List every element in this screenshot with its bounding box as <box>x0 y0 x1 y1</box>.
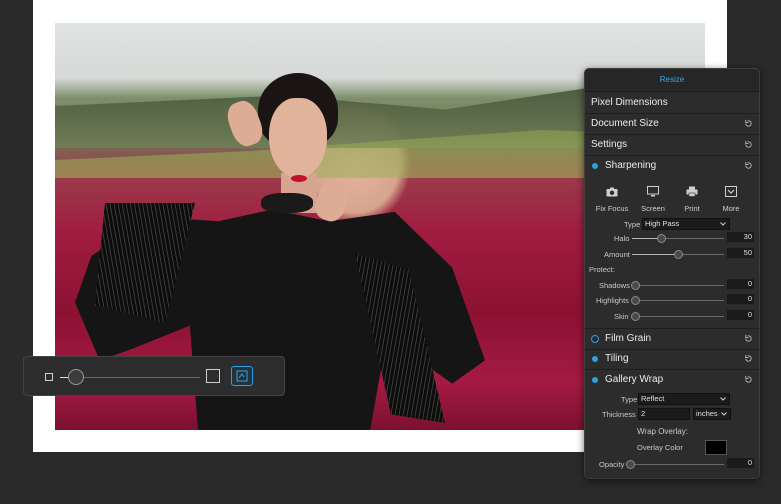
select-value: Reflect <box>641 394 665 403</box>
reset-icon[interactable] <box>744 375 753 384</box>
overlay-color-label: Overlay Color <box>637 443 683 452</box>
more-icon <box>725 186 737 197</box>
preset-more-button[interactable]: More <box>711 184 751 213</box>
preset-print-button[interactable]: Print <box>672 184 712 213</box>
preset-label: Fix Focus <box>595 204 629 213</box>
section-settings[interactable]: Settings <box>585 135 759 156</box>
panel-title: Resize <box>585 69 759 92</box>
overlay-color-swatch[interactable] <box>705 440 727 455</box>
preset-fix-focus-button[interactable]: Fix Focus <box>592 184 632 213</box>
halo-value[interactable]: 30 <box>727 232 754 242</box>
zoom-slider-knob[interactable] <box>68 369 84 385</box>
select-value: High Pass <box>645 219 680 228</box>
opacity-slider[interactable] <box>629 464 724 465</box>
chevron-down-icon <box>721 412 727 416</box>
wrap-type-label: Type <box>621 395 638 404</box>
preset-screen-button[interactable]: Screen <box>633 184 673 213</box>
shadows-value[interactable]: 0 <box>727 279 754 289</box>
section-label: Settings <box>591 139 628 150</box>
chevron-down-icon <box>720 222 726 226</box>
skin-label: Skin <box>614 312 629 321</box>
halo-slider-knob[interactable] <box>657 234 666 243</box>
printer-icon <box>686 186 698 197</box>
section-label: Sharpening <box>605 160 657 171</box>
amount-label: Amount <box>604 250 630 259</box>
section-tiling[interactable]: Tiling <box>585 349 759 370</box>
section-label: Document Size <box>591 118 659 129</box>
fit-to-screen-button[interactable] <box>231 366 253 386</box>
section-sharpening[interactable]: Sharpening <box>585 156 759 176</box>
preset-label: Print <box>684 204 700 213</box>
shadows-slider[interactable] <box>632 285 724 286</box>
shadows-slider-knob[interactable] <box>631 281 640 290</box>
section-gallery-wrap[interactable]: Gallery Wrap <box>585 370 759 390</box>
photo-subject-choker <box>261 193 313 213</box>
select-value: inches <box>696 409 718 418</box>
reset-icon[interactable] <box>744 161 753 170</box>
reset-icon[interactable] <box>744 334 753 343</box>
wrap-type-select[interactable]: Reflect <box>638 393 730 405</box>
thickness-label: Thickness <box>602 410 636 419</box>
zoom-in-icon[interactable] <box>206 369 220 383</box>
thickness-unit-select[interactable]: inches <box>693 408 731 420</box>
highlights-value[interactable]: 0 <box>727 294 754 304</box>
photo-subject-face <box>269 98 327 178</box>
shadows-label: Shadows <box>599 281 630 290</box>
highlights-label: Highlights <box>596 296 629 305</box>
reset-icon[interactable] <box>744 140 753 149</box>
skin-value[interactable]: 0 <box>727 310 754 320</box>
halo-slider[interactable] <box>632 238 724 239</box>
opacity-slider-knob[interactable] <box>626 460 635 469</box>
disabled-indicator-icon[interactable] <box>591 335 599 343</box>
section-label: Tiling <box>605 353 629 364</box>
skin-slider[interactable] <box>632 316 724 317</box>
highlights-slider-knob[interactable] <box>631 296 640 305</box>
monitor-icon <box>647 186 659 197</box>
section-document-size[interactable]: Document Size <box>585 114 759 135</box>
zoom-out-icon[interactable] <box>45 373 53 381</box>
halo-label: Halo <box>614 234 630 243</box>
thickness-input[interactable]: 2 <box>638 408 690 420</box>
photo-subject-lips <box>291 175 307 182</box>
amount-slider-knob[interactable] <box>674 250 683 259</box>
photo-subject-hand-right <box>311 177 353 225</box>
fit-to-screen-icon <box>236 370 248 382</box>
opacity-value[interactable]: 0 <box>727 458 754 468</box>
section-pixel-dimensions[interactable]: Pixel Dimensions <box>585 93 759 114</box>
section-film-grain[interactable]: Film Grain <box>585 328 759 350</box>
skin-slider-knob[interactable] <box>631 312 640 321</box>
camera-icon <box>606 187 618 197</box>
type-label: Type <box>624 220 641 229</box>
sharpening-type-select[interactable]: High Pass <box>642 218 730 230</box>
highlights-slider[interactable] <box>632 300 724 301</box>
chevron-down-icon <box>720 397 726 401</box>
enabled-indicator-icon[interactable] <box>592 163 598 169</box>
input-value: 2 <box>641 409 646 418</box>
reset-icon[interactable] <box>744 354 753 363</box>
section-label: Film Grain <box>605 333 652 344</box>
opacity-label: Opacity <box>599 460 625 469</box>
enabled-indicator-icon[interactable] <box>592 377 598 383</box>
section-label: Gallery Wrap <box>605 374 664 385</box>
preset-label: Screen <box>641 204 665 213</box>
preset-label: More <box>722 204 740 213</box>
zoom-toolbar <box>23 356 285 396</box>
resize-panel: Resize Pixel Dimensions Document Size Se… <box>584 68 760 479</box>
protect-label: Protect: <box>589 265 615 274</box>
enabled-indicator-icon[interactable] <box>592 356 598 362</box>
reset-icon[interactable] <box>744 119 753 128</box>
wrap-overlay-label: Wrap Overlay: <box>637 427 688 436</box>
amount-value[interactable]: 50 <box>727 248 754 258</box>
section-label: Pixel Dimensions <box>591 97 668 108</box>
